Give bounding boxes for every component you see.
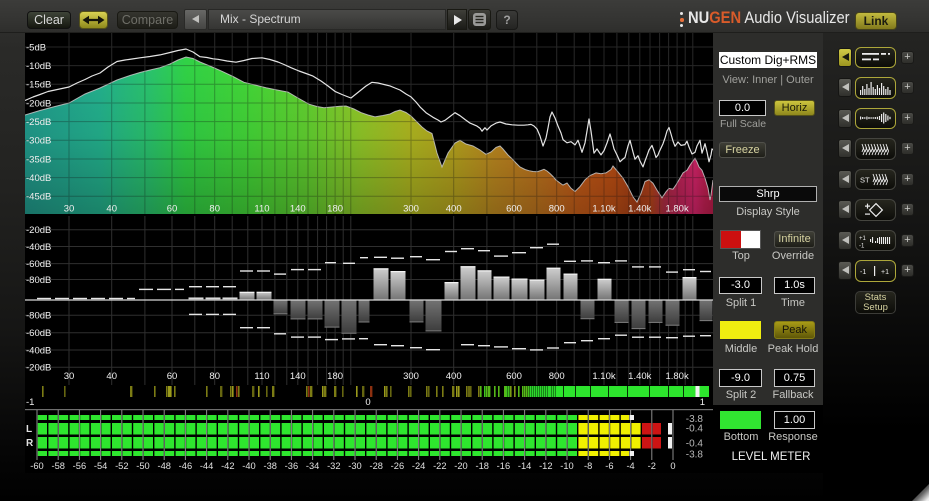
svg-text:-18: -18 <box>475 461 488 471</box>
svg-text:140: 140 <box>290 371 306 382</box>
svg-text:+1: +1 <box>881 269 889 276</box>
svg-text:-15dB: -15dB <box>26 80 51 91</box>
svg-text:-80dB: -80dB <box>26 311 51 322</box>
svg-text:-6: -6 <box>605 461 613 471</box>
svg-text:-5dB: -5dB <box>26 42 46 53</box>
svg-text:-28: -28 <box>369 461 382 471</box>
svg-text:-16: -16 <box>497 461 510 471</box>
svg-text:400: 400 <box>446 204 462 215</box>
svg-text:1.80k: 1.80k <box>665 204 688 215</box>
svg-text:-24: -24 <box>412 461 425 471</box>
svg-text:-30: -30 <box>348 461 361 471</box>
svg-text:R: R <box>26 438 34 449</box>
svg-text:-12: -12 <box>539 461 552 471</box>
svg-text:-20dB: -20dB <box>26 363 51 374</box>
svg-text:-40: -40 <box>242 461 255 471</box>
svg-text:-42: -42 <box>221 461 234 471</box>
svg-text:1.80k: 1.80k <box>665 371 688 382</box>
svg-text:ST: ST <box>860 176 870 185</box>
svg-text:-8: -8 <box>584 461 592 471</box>
svg-text:-36: -36 <box>285 461 298 471</box>
svg-text:-14: -14 <box>518 461 531 471</box>
svg-text:-80dB: -80dB <box>26 275 51 286</box>
svg-text:110: 110 <box>254 371 269 382</box>
svg-text:60: 60 <box>167 371 178 382</box>
svg-text:-56: -56 <box>73 461 86 471</box>
svg-text:-1: -1 <box>859 243 865 249</box>
svg-text:-38: -38 <box>263 461 276 471</box>
svg-text:-20dB: -20dB <box>26 225 51 236</box>
svg-text:-10dB: -10dB <box>26 61 51 72</box>
svg-text:800: 800 <box>549 371 565 382</box>
svg-text:-4: -4 <box>626 461 634 471</box>
svg-text:-25dB: -25dB <box>26 117 51 128</box>
svg-text:40: 40 <box>106 371 117 382</box>
svg-text:300: 300 <box>403 371 419 382</box>
svg-text:110: 110 <box>254 204 269 215</box>
svg-text:0: 0 <box>670 461 675 471</box>
svg-text:-52: -52 <box>115 461 128 471</box>
svg-text:40: 40 <box>106 204 117 215</box>
svg-text:-45dB: -45dB <box>26 192 51 203</box>
svg-text:+1: +1 <box>859 236 867 242</box>
svg-text:-20: -20 <box>454 461 467 471</box>
svg-text:-26: -26 <box>391 461 404 471</box>
svg-text:-60dB: -60dB <box>26 259 51 270</box>
svg-text:180: 180 <box>327 371 343 382</box>
svg-text:60: 60 <box>167 204 178 215</box>
svg-text:80: 80 <box>209 204 220 215</box>
svg-text:-44: -44 <box>200 461 213 471</box>
svg-text:-35dB: -35dB <box>26 154 51 165</box>
svg-text:600: 600 <box>506 371 522 382</box>
svg-text:-58: -58 <box>51 461 64 471</box>
svg-text:300: 300 <box>403 204 419 215</box>
svg-text:L: L <box>26 424 32 435</box>
svg-text:80: 80 <box>209 371 220 382</box>
svg-text:-2: -2 <box>648 461 656 471</box>
svg-text:180: 180 <box>327 204 343 215</box>
svg-text:800: 800 <box>549 204 565 215</box>
svg-text:1.40k: 1.40k <box>628 204 651 215</box>
svg-text:-10: -10 <box>560 461 573 471</box>
svg-text:-1: -1 <box>860 269 866 276</box>
svg-text:-40dB: -40dB <box>26 173 51 184</box>
svg-text:30: 30 <box>64 371 75 382</box>
svg-text:-20dB: -20dB <box>26 98 51 109</box>
svg-text:-60: -60 <box>30 461 43 471</box>
svg-text:-50: -50 <box>136 461 149 471</box>
svg-text:-32: -32 <box>327 461 340 471</box>
svg-text:-30dB: -30dB <box>26 136 51 147</box>
svg-text:600: 600 <box>506 204 522 215</box>
svg-text:30: 30 <box>64 204 75 215</box>
svg-text:1.40k: 1.40k <box>628 371 651 382</box>
svg-text:-22: -22 <box>433 461 446 471</box>
svg-text:-3.8: -3.8 <box>686 450 704 461</box>
svg-text:-48: -48 <box>157 461 170 471</box>
svg-text:-34: -34 <box>306 461 319 471</box>
svg-text:-54: -54 <box>94 461 107 471</box>
svg-text:-60dB: -60dB <box>26 328 51 339</box>
svg-text:1.10k: 1.10k <box>592 204 615 215</box>
svg-text:140: 140 <box>290 204 306 215</box>
svg-text:1.10k: 1.10k <box>592 371 615 382</box>
svg-text:-40dB: -40dB <box>26 345 51 356</box>
svg-text:-46: -46 <box>179 461 192 471</box>
svg-text:-40dB: -40dB <box>26 242 51 253</box>
svg-text:400: 400 <box>446 371 462 382</box>
